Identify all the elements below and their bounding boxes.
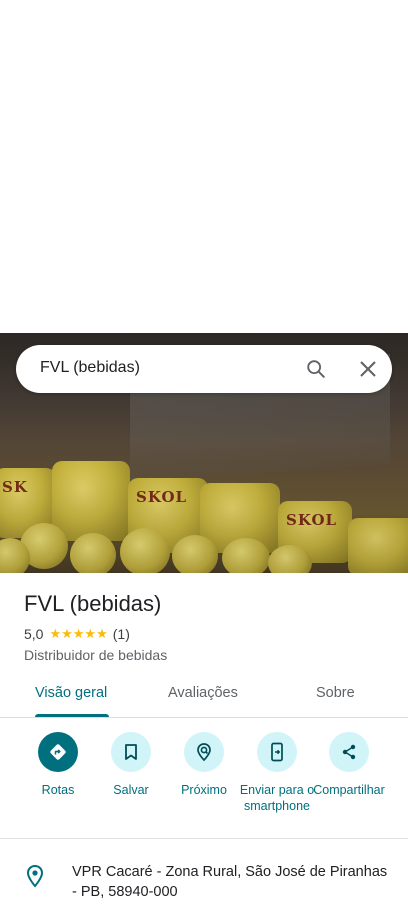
tab-bar: Visão geral Avaliações Sobre <box>0 674 408 718</box>
map-blank-area <box>0 0 408 333</box>
directions-button[interactable]: Rotas <box>19 732 97 798</box>
nearby-button[interactable]: Próximo <box>165 732 243 798</box>
directions-label: Rotas <box>41 783 75 797</box>
tab-reviews[interactable]: Avaliações <box>168 685 238 701</box>
nearby-icon <box>184 732 224 772</box>
save-label: Salvar <box>113 783 149 797</box>
search-bar[interactable]: FVL (bebidas) <box>16 345 392 393</box>
review-count[interactable]: (1) <box>113 626 130 642</box>
star-rating-icon: ★★★★★ <box>49 626 108 641</box>
bookmark-icon <box>111 732 151 772</box>
send-to-phone-button[interactable]: Enviar para o smartphone <box>238 732 316 814</box>
close-icon[interactable] <box>354 355 382 383</box>
tab-overview[interactable]: Visão geral <box>35 685 107 701</box>
share-label: Compartilhar <box>313 783 385 797</box>
place-title: FVL (bebidas) <box>24 591 162 616</box>
send-to-phone-icon <box>257 732 297 772</box>
share-icon <box>329 732 369 772</box>
share-button[interactable]: Compartilhar <box>310 732 388 798</box>
save-button[interactable]: Salvar <box>92 732 170 798</box>
search-icon[interactable] <box>302 355 330 383</box>
section-divider <box>0 838 408 839</box>
address-text: VPR Cacaré - Zona Rural, São José de Pir… <box>72 864 388 900</box>
nearby-label: Próximo <box>181 783 227 797</box>
location-pin-icon <box>24 864 46 893</box>
directions-icon <box>38 732 78 772</box>
tab-active-indicator <box>35 714 109 717</box>
send-to-phone-label: Enviar para o smartphone <box>239 783 315 813</box>
rating-value: 5,0 <box>24 626 44 642</box>
search-query[interactable]: FVL (bebidas) <box>40 359 140 377</box>
tab-about[interactable]: Sobre <box>316 685 355 701</box>
place-category: Distribuidor de bebidas <box>24 647 168 663</box>
rating-row[interactable]: 5,0 ★★★★★ (1) <box>24 626 130 642</box>
